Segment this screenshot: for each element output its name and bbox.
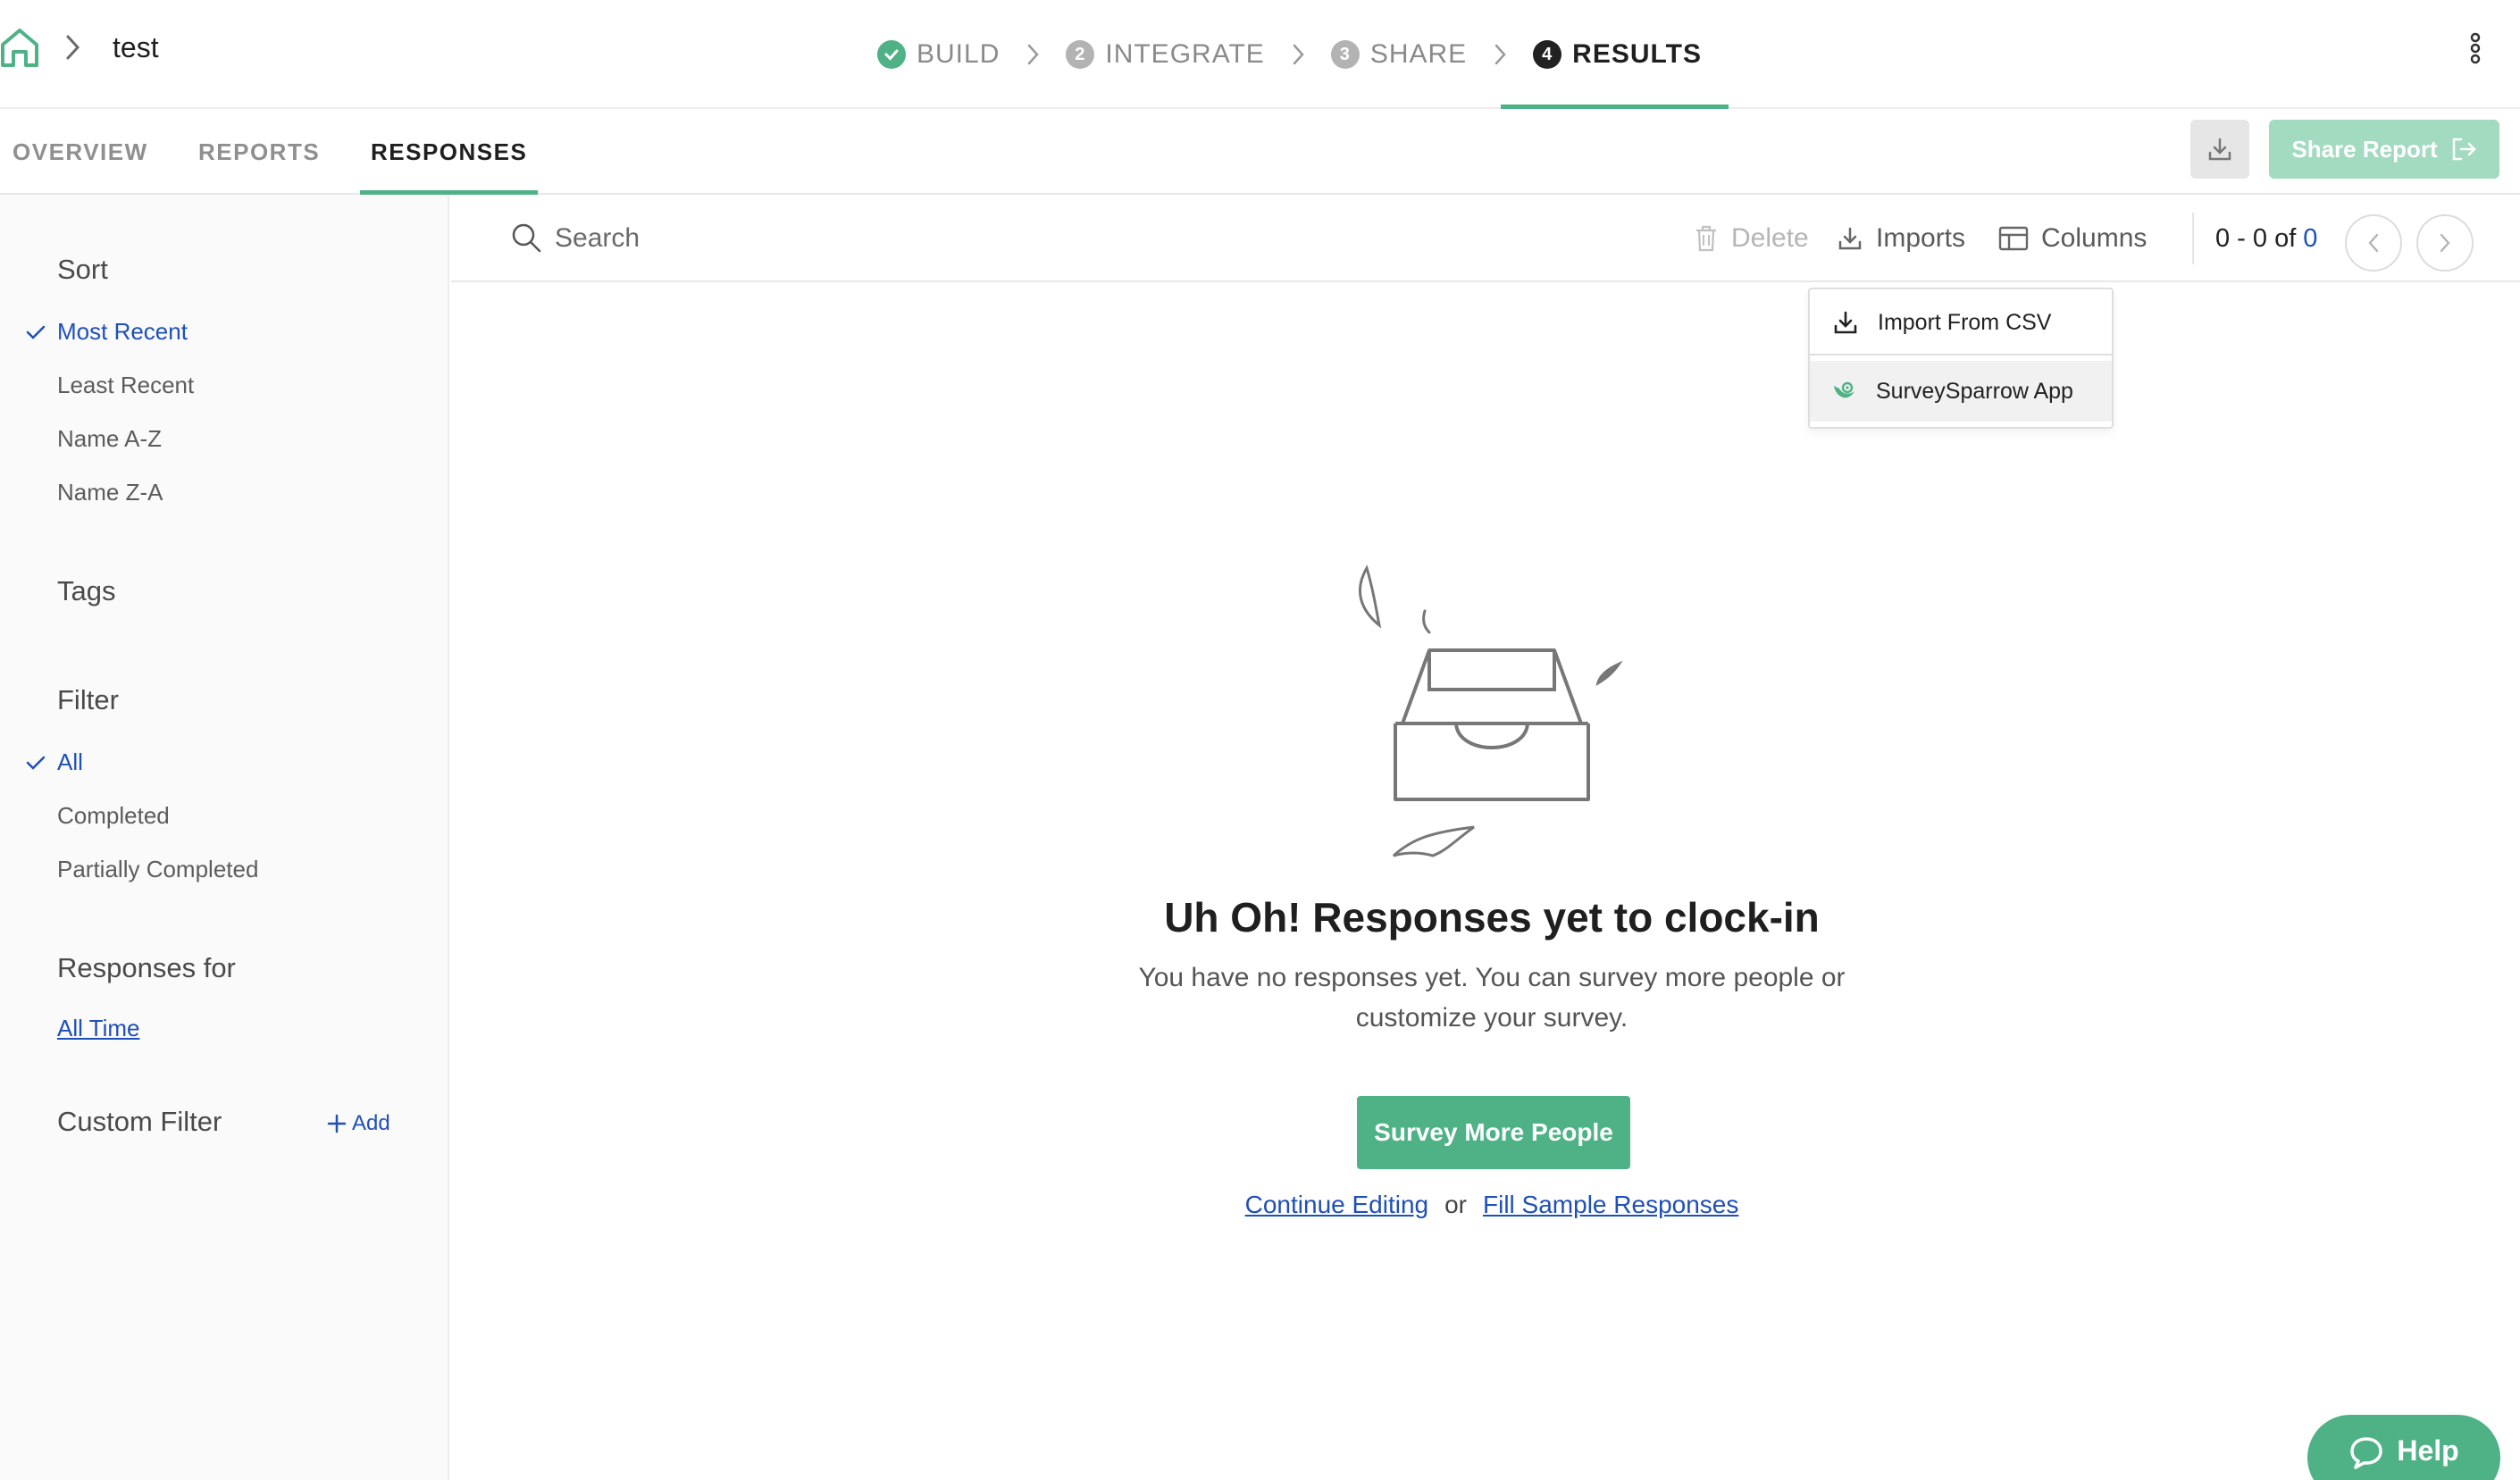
download-icon (2208, 138, 2231, 161)
filter-completed[interactable]: Completed (57, 802, 170, 830)
chevron-right-icon (1293, 44, 1304, 65)
menu-item-label: SurveySparrow App (1876, 378, 2073, 404)
import-from-csv-item[interactable]: Import From CSV (1810, 289, 2112, 355)
filter-partially-completed[interactable]: Partially Completed (57, 856, 258, 883)
surveysparrow-logo-icon (1829, 377, 1858, 406)
chevron-right-icon (1494, 44, 1506, 65)
imports-label: Imports (1876, 223, 1966, 253)
results-tabs: OVERVIEW REPORTS RESPONSES Share Report (0, 109, 2520, 195)
step-number: 2 (1066, 40, 1095, 69)
trash-icon (1696, 225, 1716, 252)
search-icon (512, 223, 541, 253)
columns-button[interactable]: Columns (1998, 195, 2147, 282)
imports-dropdown-menu: Import From CSV SurveySparrow App (1808, 288, 2114, 429)
check-circle-icon (877, 40, 906, 69)
more-options-icon[interactable] (2462, 30, 2489, 66)
date-range-link[interactable]: All Time (57, 1015, 139, 1042)
imports-button[interactable]: Imports (1837, 195, 1965, 282)
menu-divider (1810, 354, 2112, 355)
step-label: RESULTS (1572, 39, 1702, 69)
step-share[interactable]: 3 SHARE (1330, 0, 1468, 109)
download-button[interactable] (2190, 120, 2249, 179)
pager-range: 0 - 0 of (2215, 223, 2297, 253)
survey-more-people-button[interactable]: Survey More People (1357, 1096, 1630, 1169)
chevron-right-icon (66, 35, 80, 60)
download-icon (1831, 308, 1860, 337)
step-label: INTEGRATE (1105, 39, 1265, 69)
step-integrate[interactable]: 2 INTEGRATE (1066, 0, 1264, 109)
sort-name-a-z[interactable]: Name A-Z (57, 425, 162, 453)
filter-sidebar: Sort Most Recent Least Recent Name A-Z N… (0, 195, 449, 1480)
continue-editing-link[interactable]: Continue Editing (1245, 1191, 1428, 1218)
step-number: 4 (1533, 40, 1562, 69)
next-page-button[interactable] (2416, 214, 2474, 272)
empty-state-title: Uh Oh! Responses yet to clock-in (1164, 894, 1820, 941)
step-results[interactable]: 4 RESULTS (1501, 0, 1729, 111)
help-button[interactable]: Help (2307, 1415, 2500, 1480)
fill-sample-responses-link[interactable]: Fill Sample Responses (1483, 1191, 1738, 1218)
empty-state-links: Continue Editing or Fill Sample Responses (893, 1191, 2090, 1219)
filter-all[interactable]: All (57, 748, 83, 776)
plus-icon (327, 1114, 347, 1133)
chat-bubble-icon (2350, 1437, 2383, 1469)
delete-button[interactable]: Delete (1694, 195, 1809, 282)
step-build[interactable]: BUILD (877, 0, 1000, 109)
sort-name-z-a[interactable]: Name Z-A (57, 479, 163, 506)
tags-heading[interactable]: Tags (57, 575, 115, 607)
check-icon (26, 325, 46, 339)
add-label: Add (352, 1111, 390, 1135)
check-icon (26, 756, 46, 770)
chevron-right-icon (1028, 44, 1040, 65)
tab-overview[interactable]: OVERVIEW (13, 109, 148, 195)
filter-heading: Filter (57, 684, 119, 715)
chevron-left-icon (2368, 233, 2379, 253)
sort-heading: Sort (57, 254, 108, 285)
step-label: BUILD (917, 39, 1000, 69)
empty-state-description: You have no responses yet. You can surve… (1138, 963, 1846, 1033)
sort-least-recent[interactable]: Least Recent (57, 372, 194, 399)
search-input[interactable] (555, 216, 1180, 261)
previous-page-button[interactable] (2345, 214, 2402, 272)
columns-label: Columns (2041, 223, 2147, 253)
share-report-button[interactable]: Share Report (2269, 120, 2499, 179)
or-text: or (1444, 1191, 1468, 1218)
download-icon (1838, 227, 1862, 250)
toolbar-divider (2192, 213, 2194, 264)
responses-for-heading: Responses for (57, 952, 236, 983)
responses-toolbar: Delete Imports Columns 0 - 0 of 0 (451, 195, 2520, 282)
survey-title: test (113, 31, 159, 63)
pagination-summary: 0 - 0 of 0 (2215, 195, 2317, 282)
tab-reports[interactable]: REPORTS (198, 109, 320, 195)
custom-filter-heading: Custom Filter (57, 1106, 222, 1137)
progress-steps: BUILD 2 INTEGRATE 3 SHARE 4 RESULTS (877, 0, 1729, 111)
help-label: Help (2397, 1434, 2459, 1467)
share-report-label: Share Report (2291, 135, 2438, 163)
columns-icon (1998, 226, 2029, 251)
step-label: SHARE (1369, 39, 1468, 69)
surveysparrow-app-item[interactable]: SurveySparrow App (1810, 361, 2112, 422)
step-number: 3 (1330, 40, 1360, 69)
tab-responses[interactable]: RESPONSES (359, 109, 539, 195)
pager-total: 0 (2303, 223, 2318, 253)
top-header: test BUILD 2 INTEGRATE 3 SHARE 4 RESULTS (0, 0, 2520, 111)
home-icon[interactable] (0, 27, 39, 68)
menu-item-label: Import From CSV (1878, 309, 2052, 335)
delete-label: Delete (1731, 223, 1809, 253)
chevron-right-icon (2440, 233, 2450, 253)
add-custom-filter-button[interactable]: Add (327, 1111, 390, 1136)
empty-inbox-illustration (1359, 564, 1623, 857)
share-exit-icon (2452, 138, 2476, 161)
sort-most-recent[interactable]: Most Recent (57, 318, 188, 346)
